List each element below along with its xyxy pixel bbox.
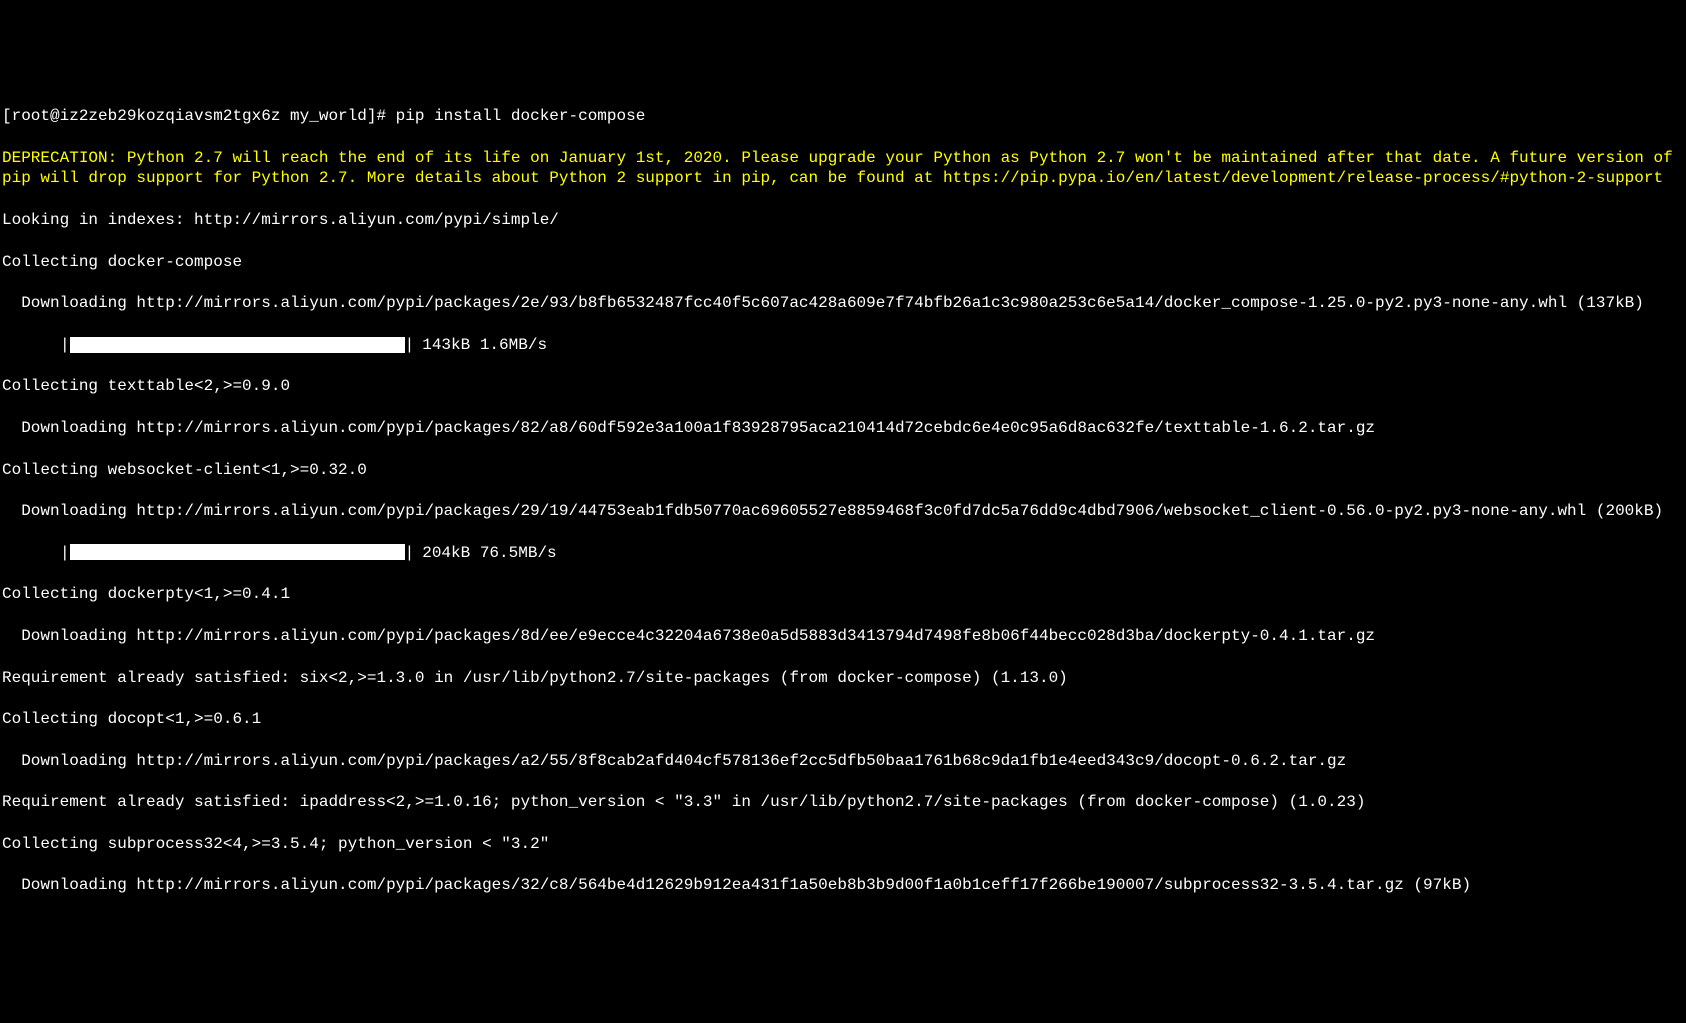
- progress-bar-2: ||204kB 76.5MB/s: [2, 543, 1684, 564]
- downloading-subprocess32: Downloading http://mirrors.aliyun.com/py…: [2, 875, 1684, 896]
- collecting-websocket: Collecting websocket-client<1,>=0.32.0: [2, 460, 1684, 481]
- command-text: pip install docker-compose: [396, 107, 646, 125]
- collecting-texttable: Collecting texttable<2,>=0.9.0: [2, 376, 1684, 397]
- looking-indexes: Looking in indexes: http://mirrors.aliyu…: [2, 210, 1684, 231]
- progress-fill-icon: [70, 337, 405, 353]
- collecting-subprocess32: Collecting subprocess32<4,>=3.5.4; pytho…: [2, 834, 1684, 855]
- downloading-docker-compose: Downloading http://mirrors.aliyun.com/py…: [2, 293, 1684, 314]
- prompt-line: [root@iz2zeb29kozqiavsm2tgx6z my_world]#…: [2, 106, 1684, 127]
- downloading-texttable: Downloading http://mirrors.aliyun.com/py…: [2, 418, 1684, 439]
- collecting-docopt: Collecting docopt<1,>=0.6.1: [2, 709, 1684, 730]
- progress-stats-1: 143kB 1.6MB/s: [422, 336, 547, 354]
- terminal-output: [root@iz2zeb29kozqiavsm2tgx6z my_world]#…: [2, 85, 1684, 917]
- progress-fill-icon: [70, 544, 405, 560]
- downloading-docopt: Downloading http://mirrors.aliyun.com/py…: [2, 751, 1684, 772]
- requirement-ipaddress: Requirement already satisfied: ipaddress…: [2, 792, 1684, 813]
- progress-stats-2: 204kB 76.5MB/s: [422, 544, 556, 562]
- downloading-websocket: Downloading http://mirrors.aliyun.com/py…: [2, 501, 1684, 522]
- shell-prompt: [root@iz2zeb29kozqiavsm2tgx6z my_world]#: [2, 107, 396, 125]
- collecting-dockerpty: Collecting dockerpty<1,>=0.4.1: [2, 584, 1684, 605]
- requirement-six: Requirement already satisfied: six<2,>=1…: [2, 668, 1684, 689]
- deprecation-warning: DEPRECATION: Python 2.7 will reach the e…: [2, 148, 1684, 190]
- downloading-dockerpty: Downloading http://mirrors.aliyun.com/py…: [2, 626, 1684, 647]
- collecting-docker-compose: Collecting docker-compose: [2, 252, 1684, 273]
- progress-bar-1: ||143kB 1.6MB/s: [2, 335, 1684, 356]
